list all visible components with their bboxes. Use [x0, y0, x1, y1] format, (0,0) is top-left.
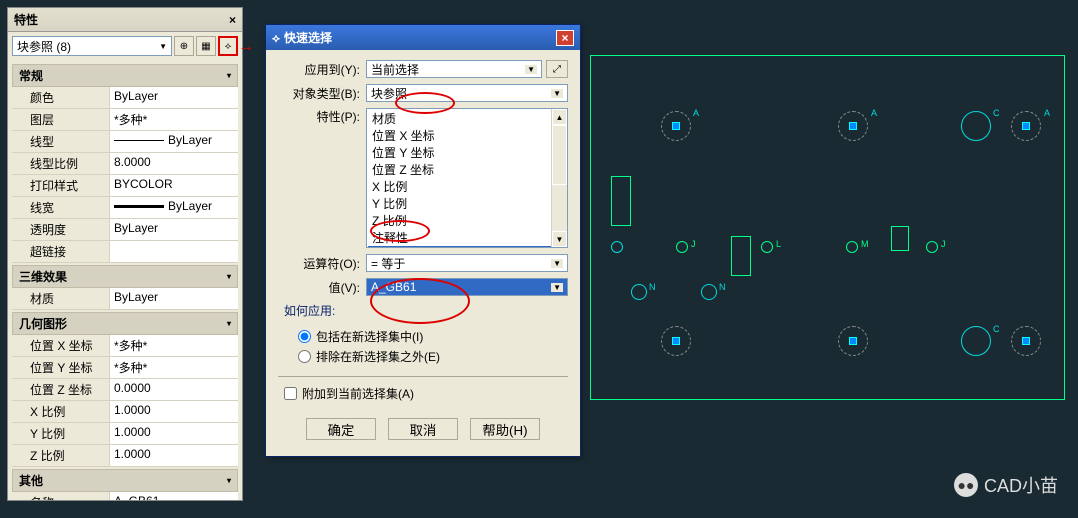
- object-type-select[interactable]: 块参照▼: [366, 84, 568, 102]
- close-icon[interactable]: ×: [556, 30, 574, 46]
- prop-row: 线型ByLayer: [12, 131, 238, 153]
- dialog-body: 应用到(Y): 当前选择▼ ⤢ 对象类型(B): 块参照▼ 特性(P): 材质 …: [266, 50, 580, 456]
- operator-select[interactable]: = 等于▼: [366, 254, 568, 272]
- list-item-selected[interactable]: 名称: [368, 246, 566, 248]
- prop-row: 位置 Z 坐标0.0000: [12, 379, 238, 401]
- append-checkbox[interactable]: 附加到当前选择集(A): [284, 385, 568, 402]
- dialog-title: ⟡快速选择: [272, 29, 332, 46]
- list-item[interactable]: 注释性: [368, 229, 566, 246]
- scroll-down-icon[interactable]: ▼: [552, 231, 567, 247]
- chevron-down-icon: ▼: [551, 259, 563, 268]
- list-item[interactable]: 位置 Z 坐标: [368, 161, 566, 178]
- apply-to-select[interactable]: 当前选择▼: [366, 60, 542, 78]
- section-general[interactable]: 常规: [12, 64, 238, 87]
- properties-titlebar: 特性 ×: [8, 8, 242, 32]
- prop-row: 名称A_GB61: [12, 492, 238, 500]
- list-item[interactable]: Z 比例: [368, 212, 566, 229]
- properties-listbox[interactable]: 材质 位置 X 坐标 位置 Y 坐标 位置 Z 坐标 X 比例 Y 比例 Z 比…: [366, 108, 568, 248]
- value-select[interactable]: A_GB61▼: [366, 278, 568, 296]
- section-other[interactable]: 其他: [12, 469, 238, 492]
- properties-body: 常规 颜色ByLayer 图层*多种* 线型ByLayer 线型比例8.0000…: [8, 60, 242, 500]
- divider: [278, 376, 568, 377]
- section-geometry[interactable]: 几何图形: [12, 312, 238, 335]
- object-type-selector[interactable]: 块参照 (8) ▼: [12, 36, 172, 56]
- operator-label: 运算符(O):: [278, 255, 366, 272]
- chevron-down-icon: ▼: [159, 42, 167, 51]
- scrollbar[interactable]: ▲ ▼: [551, 109, 567, 247]
- select-objects-icon[interactable]: ⤢: [546, 60, 568, 78]
- prop-row: 位置 Y 坐标*多种*: [12, 357, 238, 379]
- list-item[interactable]: 材质: [368, 110, 566, 127]
- prop-row: Y 比例1.0000: [12, 423, 238, 445]
- prop-row: 位置 X 坐标*多种*: [12, 335, 238, 357]
- how-apply-label: 如何应用:: [284, 302, 568, 319]
- list-item[interactable]: 位置 Y 坐标: [368, 144, 566, 161]
- prop-row: X 比例1.0000: [12, 401, 238, 423]
- properties-label: 特性(P):: [278, 108, 366, 125]
- watermark: ●● CAD小苗: [954, 472, 1058, 498]
- apply-to-label: 应用到(Y):: [278, 61, 366, 78]
- list-item[interactable]: X 比例: [368, 178, 566, 195]
- list-item[interactable]: Y 比例: [368, 195, 566, 212]
- cad-viewport[interactable]: A A C A C N N J L M J: [590, 55, 1065, 400]
- properties-panel: 特性 × 块参照 (8) ▼ ⊕ ▦ ⟡ 常规 颜色ByLayer 图层*多种*…: [7, 7, 243, 501]
- dialog-titlebar[interactable]: ⟡快速选择 ×: [266, 25, 580, 50]
- object-type-value: 块参照 (8): [17, 38, 71, 55]
- scroll-up-icon[interactable]: ▲: [552, 109, 567, 125]
- wechat-icon: ●●: [954, 473, 978, 497]
- prop-row: Z 比例1.0000: [12, 445, 238, 467]
- prop-row: 材质ByLayer: [12, 288, 238, 310]
- prop-row: 线型比例8.0000: [12, 153, 238, 175]
- select-objects-icon[interactable]: ▦: [196, 36, 216, 56]
- quick-select-icon[interactable]: ⟡: [218, 36, 238, 56]
- help-button[interactable]: 帮助(H): [470, 418, 540, 440]
- chevron-down-icon: ▼: [525, 65, 537, 74]
- radio-exclude[interactable]: 排除在新选择集之外(E): [298, 348, 568, 365]
- section-3d-effect[interactable]: 三维效果: [12, 265, 238, 288]
- prop-row: 透明度ByLayer: [12, 219, 238, 241]
- properties-title: 特性: [14, 11, 38, 28]
- radio-include[interactable]: 包括在新选择集中(I): [298, 328, 568, 345]
- checkbox-icon[interactable]: [284, 387, 297, 400]
- toggle-pickadd-icon[interactable]: ⊕: [174, 36, 194, 56]
- value-label: 值(V):: [278, 279, 366, 296]
- cancel-button[interactable]: 取消: [388, 418, 458, 440]
- ok-button[interactable]: 确定: [306, 418, 376, 440]
- radio-icon[interactable]: [298, 330, 311, 343]
- quick-select-dialog: ⟡快速选择 × 应用到(Y): 当前选择▼ ⤢ 对象类型(B): 块参照▼ 特性…: [265, 24, 581, 457]
- scroll-thumb[interactable]: [552, 125, 567, 185]
- prop-row: 图层*多种*: [12, 109, 238, 131]
- prop-row: 颜色ByLayer: [12, 87, 238, 109]
- prop-row: 超链接: [12, 241, 238, 263]
- radio-icon[interactable]: [298, 350, 311, 363]
- chevron-down-icon: ▼: [551, 89, 563, 98]
- object-type-label: 对象类型(B):: [278, 85, 366, 102]
- chevron-down-icon: ▼: [551, 283, 563, 292]
- prop-row: 打印样式BYCOLOR: [12, 175, 238, 197]
- annotation-arrow: →: [238, 38, 254, 56]
- list-item[interactable]: 位置 X 坐标: [368, 127, 566, 144]
- properties-header: 块参照 (8) ▼ ⊕ ▦ ⟡: [8, 32, 242, 60]
- prop-row: 线宽ByLayer: [12, 197, 238, 219]
- close-icon[interactable]: ×: [229, 13, 236, 27]
